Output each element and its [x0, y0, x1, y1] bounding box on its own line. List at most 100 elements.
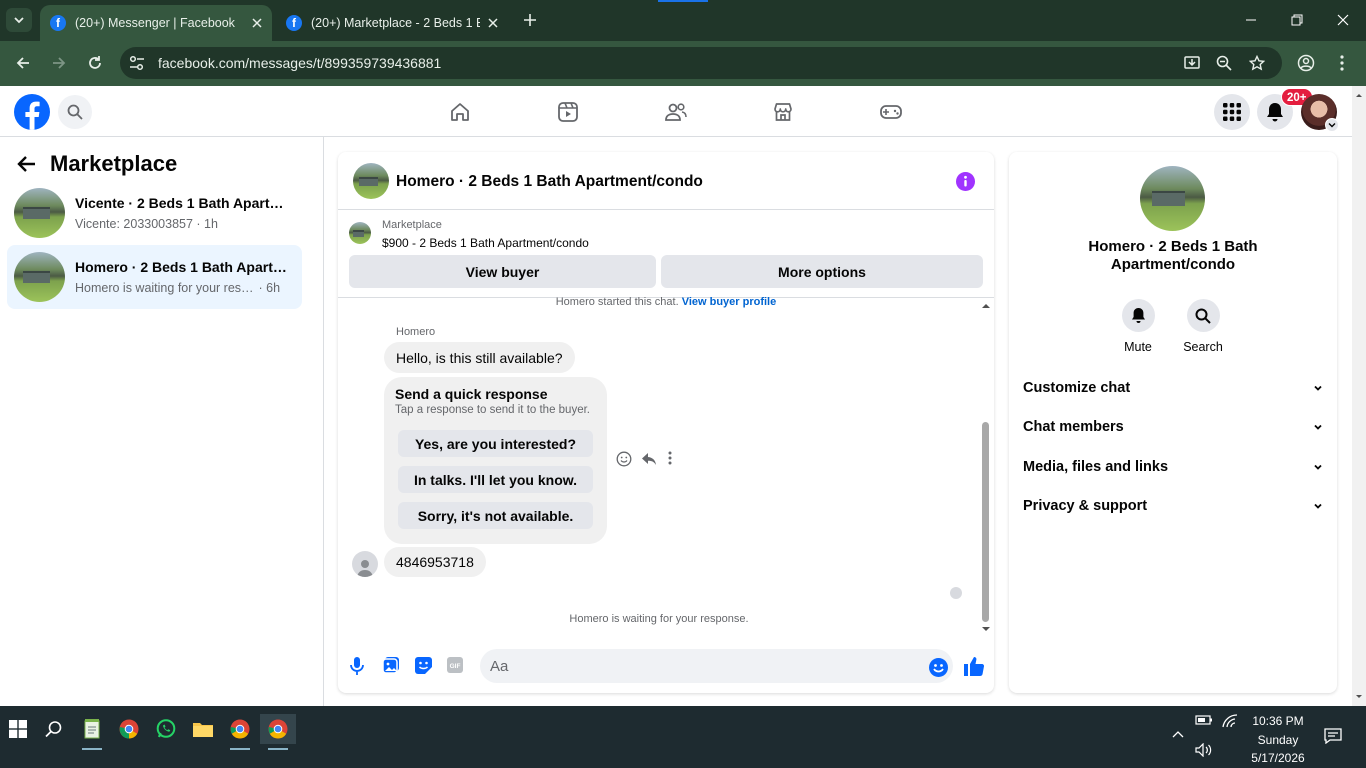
section-label: Customize chat [1023, 380, 1131, 396]
show-hidden-icons-button[interactable] [1172, 730, 1184, 738]
sender-avatar[interactable] [352, 551, 378, 577]
message-bubble[interactable]: Hello, is this still available? [384, 342, 575, 373]
menu-button[interactable] [1330, 51, 1354, 75]
taskbar-chrome-active[interactable] [260, 714, 296, 750]
notification-center-button[interactable] [1324, 728, 1342, 744]
battery-indicator[interactable] [1195, 714, 1213, 726]
facebook-logo-icon[interactable] [14, 94, 50, 130]
menu-grid-button[interactable] [1214, 94, 1250, 130]
conversation-item-selected[interactable]: Homero · 2 Beds 1 Bath Apartment/condo H… [7, 245, 302, 309]
account-avatar[interactable] [1301, 94, 1339, 132]
quick-response-option[interactable]: Yes, are you interested? [398, 430, 593, 457]
section-privacy-support[interactable]: Privacy & support [1015, 487, 1331, 525]
close-icon[interactable] [252, 18, 262, 28]
taskbar-whatsapp[interactable] [148, 714, 184, 744]
section-customize-chat[interactable]: Customize chat [1015, 369, 1331, 407]
system-clock[interactable]: 10:36 PM Sunday 5/17/2026 [1240, 712, 1316, 768]
chat-title[interactable]: Homero · 2 Beds 1 Bath Apartment/condo [396, 173, 703, 191]
listing-price[interactable]: $900 - 2 Beds 1 Bath Apartment/condo [382, 236, 589, 250]
tab-title: (20+) Marketplace - 2 Beds 1 Bath Apartm… [311, 16, 480, 30]
listing-source: Marketplace [382, 219, 442, 231]
arrow-right-icon [53, 57, 66, 69]
nav-home[interactable] [447, 100, 473, 124]
quick-response-option[interactable]: In talks. I'll let you know. [398, 466, 593, 493]
gif-button[interactable]: GIF [447, 657, 463, 673]
message-scrollbar[interactable] [980, 302, 992, 633]
facebook-search-button[interactable] [58, 95, 92, 129]
back-button[interactable] [11, 51, 35, 75]
clock-date: 5/17/2026 [1251, 751, 1305, 765]
tab-messenger[interactable]: f (20+) Messenger | Facebook [40, 5, 272, 41]
conversation-item[interactable]: Vicente · 2 Beds 1 Bath Apartment/condo … [7, 181, 302, 245]
seen-indicator-avatar [950, 587, 962, 599]
sticker-button[interactable] [415, 657, 432, 674]
message-input[interactable] [480, 649, 953, 683]
speaker-icon [1195, 743, 1212, 757]
forward-button[interactable] [47, 51, 71, 75]
search-in-conversation-button[interactable]: Search [1173, 299, 1233, 354]
url-text: facebook.com/messages/t/899359739436881 [158, 55, 442, 71]
info-icon[interactable] [956, 172, 975, 191]
message-bubble[interactable]: 4846953718 [384, 547, 486, 577]
message-more-button[interactable] [668, 451, 672, 465]
tab-marketplace[interactable]: f (20+) Marketplace - 2 Beds 1 Bath Apar… [276, 5, 508, 41]
nav-video[interactable] [555, 100, 581, 124]
scrollbar-thumb[interactable] [982, 422, 989, 622]
notepad-icon [84, 719, 100, 739]
network-indicator[interactable] [1222, 714, 1238, 728]
bell-icon [1267, 103, 1283, 122]
close-icon [1337, 14, 1349, 26]
attach-photo-button[interactable] [383, 657, 399, 673]
nav-friends[interactable] [663, 100, 689, 124]
quick-response-option[interactable]: Sorry, it's not available. [398, 502, 593, 529]
mute-label: Mute [1124, 340, 1152, 354]
start-button[interactable] [0, 714, 36, 744]
bookmark-button[interactable] [1245, 51, 1269, 75]
site-settings-icon[interactable] [128, 54, 146, 72]
chrome-icon [268, 719, 288, 739]
page-scrollbar[interactable] [1352, 86, 1366, 706]
minimize-button[interactable] [1228, 0, 1274, 40]
sidebar-title: Marketplace [50, 151, 178, 176]
section-chat-members[interactable]: Chat members [1015, 408, 1331, 446]
install-app-button[interactable] [1180, 51, 1204, 75]
taskbar-chrome-profile[interactable] [222, 714, 258, 750]
close-window-button[interactable] [1320, 0, 1366, 40]
react-button[interactable] [616, 451, 632, 467]
mute-button[interactable]: Mute [1108, 299, 1168, 354]
nav-marketplace[interactable] [770, 100, 796, 124]
reply-icon [642, 453, 656, 465]
more-options-button[interactable]: More options [661, 255, 983, 288]
reply-button[interactable] [641, 451, 657, 467]
profile-button[interactable] [1294, 51, 1318, 75]
chat-avatar[interactable] [353, 163, 389, 199]
star-icon [1249, 55, 1265, 71]
arrow-left-icon[interactable] [16, 153, 38, 175]
tab-search-button[interactable] [6, 8, 32, 32]
emoji-icon[interactable] [929, 658, 948, 677]
close-icon[interactable] [488, 18, 498, 28]
tab-title: (20+) Messenger | Facebook [75, 16, 235, 30]
voice-clip-button[interactable] [350, 657, 364, 675]
person-icon [357, 560, 373, 577]
taskbar-chrome[interactable] [111, 714, 147, 744]
nav-gaming[interactable] [878, 100, 904, 124]
friends-icon [665, 103, 687, 121]
folder-icon [193, 723, 213, 737]
new-tab-button[interactable] [519, 9, 541, 31]
volume-indicator[interactable] [1195, 743, 1213, 757]
address-bar[interactable]: facebook.com/messages/t/899359739436881 [120, 47, 1282, 79]
facebook-icon: f [50, 15, 66, 31]
thumbs-up-icon[interactable] [964, 656, 984, 676]
view-buyer-button[interactable]: View buyer [349, 255, 656, 288]
search-icon [1195, 308, 1211, 324]
taskbar-notepad[interactable] [74, 714, 110, 750]
search-label: Search [1183, 340, 1223, 354]
section-media-files-links[interactable]: Media, files and links [1015, 448, 1331, 486]
zoom-button[interactable] [1212, 51, 1236, 75]
restore-button[interactable] [1274, 0, 1320, 40]
taskbar-file-explorer[interactable] [185, 714, 221, 744]
view-buyer-profile-link[interactable]: View buyer profile [682, 296, 777, 308]
taskbar-search-button[interactable] [36, 714, 72, 744]
reload-button[interactable] [83, 51, 107, 75]
